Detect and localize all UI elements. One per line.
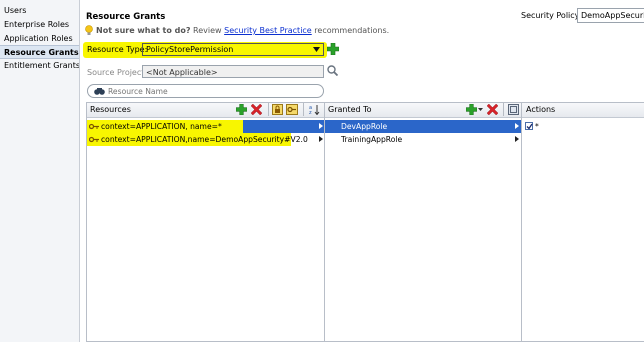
- granted-row-1-label: DevAppRole: [341, 122, 388, 131]
- nav-item-resource-grants[interactable]: Resource Grants: [0, 45, 79, 59]
- hint-suffix: recommendations.: [314, 26, 390, 35]
- granted-row-1[interactable]: DevAppRole: [325, 120, 521, 133]
- add-resource-icon[interactable]: [236, 104, 247, 115]
- key-icon[interactable]: [286, 104, 298, 115]
- nav-item-entitlement-grants[interactable]: Entitlement Grants: [0, 59, 79, 73]
- resource-row-1-label: context=APPLICATION, name=*: [101, 122, 222, 131]
- actions-panel: Actions *: [521, 102, 644, 342]
- resource-type-value: PolicyStorePermission: [146, 45, 234, 54]
- delete-grantee-icon[interactable]: [487, 104, 498, 115]
- svg-text:z: z: [309, 110, 312, 115]
- resource-search-input[interactable]: [108, 86, 308, 96]
- hint-prefix: Not sure what to do?: [96, 26, 191, 35]
- actions-header: Actions: [522, 103, 644, 118]
- granted-row-2[interactable]: TrainingAppRole: [325, 133, 521, 146]
- security-best-practice-link[interactable]: Security Best Practice: [224, 26, 312, 35]
- toolbar-divider: [268, 103, 269, 116]
- view-details-icon[interactable]: [508, 104, 519, 115]
- key-icon: [89, 136, 99, 143]
- expand-arrow-icon: [515, 136, 519, 142]
- hint-text: Not sure what to do? Review Security Bes…: [96, 26, 389, 35]
- action-row-1: *: [522, 120, 644, 133]
- toolbar-divider-2: [303, 103, 304, 116]
- binoculars-icon: [94, 88, 105, 95]
- checkmark-icon: [526, 123, 533, 130]
- resource-search-box[interactable]: [87, 84, 324, 98]
- resources-header: Resources az: [87, 103, 325, 118]
- resource-row-2-label: context=APPLICATION,name=DemoAppSecurity…: [101, 135, 308, 144]
- page-title: Resource Grants: [86, 12, 166, 22]
- lock-icon[interactable]: [272, 104, 283, 115]
- add-resource-type-icon[interactable]: [327, 43, 339, 55]
- resources-header-label: Resources: [90, 105, 131, 114]
- key-icon: [89, 123, 99, 130]
- chevron-down-icon[interactable]: [478, 108, 483, 111]
- hint-review: Review: [193, 26, 222, 35]
- security-policy-label: Security Policy:: [521, 11, 582, 20]
- nav-item-application-roles[interactable]: Application Roles: [0, 32, 79, 46]
- security-policy-field[interactable]: DemoAppSecurity: [577, 8, 644, 23]
- resources-panel: Resources az context=APPLICATION, name=*…: [86, 102, 326, 342]
- expand-arrow-icon: [319, 136, 323, 142]
- expand-arrow-icon: [319, 123, 323, 129]
- sort-icon[interactable]: az: [309, 104, 321, 115]
- expand-arrow-icon: [515, 123, 519, 129]
- toolbar-divider-3: [503, 103, 504, 116]
- actions-header-label: Actions: [526, 105, 556, 114]
- action-checkbox[interactable]: [525, 122, 533, 130]
- left-navigation: Users Enterprise Roles Application Roles…: [0, 0, 80, 342]
- resource-row-1[interactable]: context=APPLICATION, name=*: [87, 120, 325, 133]
- nav-item-users[interactable]: Users: [0, 4, 79, 18]
- source-project-field: <Not Applicable>: [142, 65, 324, 78]
- main-panel: Resource Grants Not sure what to do? Rev…: [80, 0, 644, 342]
- action-row-1-label: *: [535, 122, 539, 131]
- resource-type-label: Resource Type:: [87, 45, 148, 54]
- nav-item-enterprise-roles[interactable]: Enterprise Roles: [0, 18, 79, 32]
- lightbulb-icon: [85, 25, 93, 35]
- delete-resource-icon[interactable]: [251, 104, 262, 115]
- granted-to-panel: Granted To DevAppRole TrainingAppRole: [324, 102, 522, 342]
- granted-to-header-label: Granted To: [328, 105, 372, 114]
- granted-to-header: Granted To: [325, 103, 521, 118]
- resource-type-select[interactable]: PolicyStorePermission: [142, 43, 324, 56]
- resource-row-2[interactable]: context=APPLICATION,name=DemoAppSecurity…: [87, 133, 325, 146]
- granted-row-2-label: TrainingAppRole: [341, 135, 403, 144]
- dropdown-arrow-icon: [313, 47, 320, 52]
- source-project-label: Source Project:: [87, 68, 148, 77]
- search-project-icon[interactable]: [327, 65, 338, 76]
- add-grantee-icon[interactable]: [466, 104, 477, 115]
